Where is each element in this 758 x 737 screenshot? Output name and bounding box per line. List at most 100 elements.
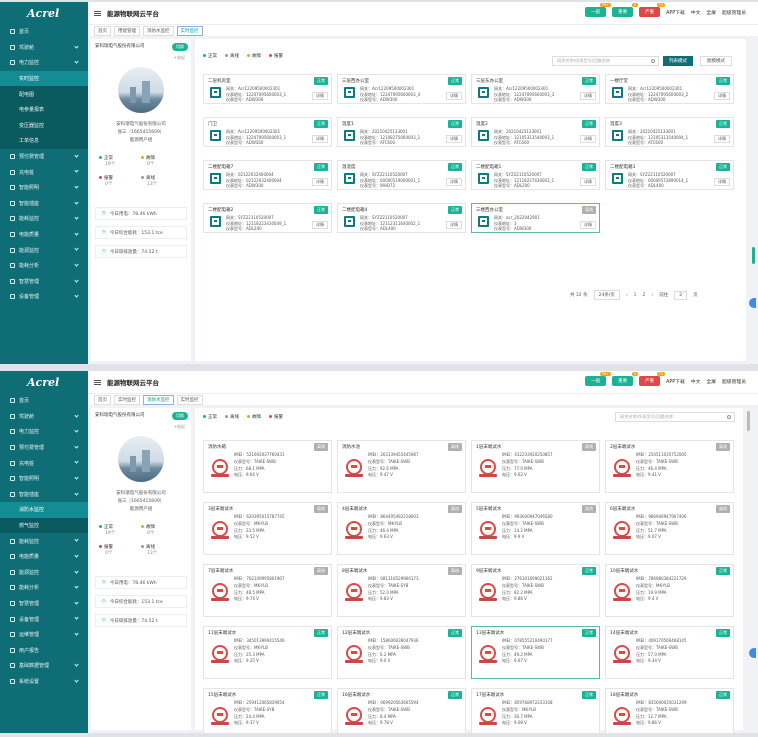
sidebar-item[interactable]: 能源监控 <box>0 565 88 581</box>
tab-tag[interactable]: 消防水监控 <box>143 394 174 405</box>
sidebar-item[interactable]: 首页 <box>0 393 88 409</box>
detail-button[interactable]: 详情 <box>312 178 328 186</box>
sidebar-subitem[interactable]: 燃气监控 <box>0 517 88 534</box>
page-size-select[interactable]: 24条/页 <box>593 290 620 300</box>
device-card[interactable]: 三楼西办公室 离线 网关：acr_2022042901 仪表地址：3 仪表型号：ADW3… <box>471 203 600 233</box>
detail-button[interactable]: 详情 <box>312 135 328 143</box>
sidebar-item[interactable]: 设备管理 <box>0 289 88 305</box>
search-input[interactable]: 网关名称/仪表型号/回路名称 <box>615 412 735 422</box>
scrollbar[interactable] <box>747 411 750 431</box>
water-sensor-card[interactable]: 14层末端试水 正常 IMEI：409170566468145 仪表型号：TAIKE-… <box>605 626 734 679</box>
sidebar-item[interactable]: 电力监控 <box>0 55 88 71</box>
sidebar-item[interactable]: 智能照明 <box>0 180 88 196</box>
menu-toggle-icon[interactable] <box>94 10 101 16</box>
sidebar-item[interactable]: 能耗分析 <box>0 580 88 596</box>
collapse-link[interactable]: +收起 <box>91 424 191 430</box>
device-card[interactable]: 三层西办公室 正常 网关：Acr12209500002301 仪表地址：1224709… <box>337 74 466 104</box>
detail-button[interactable]: 详情 <box>580 92 596 100</box>
water-sensor-card[interactable]: 13层末端试水 正常 IMEI：078555210490177 仪表型号：TAIKE-… <box>471 626 600 679</box>
next-page-button[interactable]: › <box>651 293 653 298</box>
sidebar-item[interactable]: 智慧管理 <box>0 274 88 290</box>
sidebar-item[interactable]: 能耗监控 <box>0 211 88 227</box>
detail-button[interactable]: 详情 <box>446 135 462 143</box>
list-mode-button[interactable]: 列表模式 <box>663 56 693 66</box>
tab-tag[interactable]: 用能管理 <box>114 25 140 36</box>
tab-tag[interactable]: 实时监控 <box>176 394 203 405</box>
top-link[interactable]: 中文 <box>691 9 701 16</box>
switch-button[interactable]: 切换 <box>172 412 188 420</box>
detail-button[interactable]: 详情 <box>446 178 462 186</box>
sidebar-item[interactable]: 充电桩 <box>0 455 88 471</box>
device-card[interactable]: 温度1 正常 网关：20210425133001 仪表地址：1210827506000… <box>337 117 466 147</box>
water-sensor-card[interactable]: 17层末端试水 正常 IMEI：859768972233108 仪表型号：MK-YLB… <box>471 688 600 733</box>
sidebar-item[interactable]: 电力监控 <box>0 424 88 440</box>
device-card[interactable]: 二楼配电箱7 正常 网关：02122032400004 仪表地址：0212203240… <box>203 160 332 190</box>
search-icon[interactable] <box>727 415 731 419</box>
top-link[interactable]: 中文 <box>691 378 701 385</box>
sidebar-item[interactable]: 设备管理 <box>0 611 88 627</box>
detail-button[interactable]: 详情 <box>714 178 730 186</box>
water-sensor-card[interactable]: 18层末端试水 正常 IMEI：835690035031299 仪表型号：TAIKE-… <box>605 688 734 733</box>
water-sensor-card[interactable]: 1层末端试水 离线 IMEI：412233920250857 仪表型号：TAIKE-S… <box>471 440 600 493</box>
device-card[interactable]: 温度3 正常 网关：20210425133001 仪表地址：1210531354000… <box>605 117 734 147</box>
detail-button[interactable]: 详情 <box>714 92 730 100</box>
alarm-badge[interactable]: 严重 72 <box>639 372 666 386</box>
water-sensor-card[interactable]: 9层末端试水 正常 IMEI：276301699021162 仪表型号：TAIKE-S… <box>471 564 600 617</box>
water-sensor-card[interactable]: 4层末端试水 离线 IMEI：864495492218003 仪表型号：MK-YLB 压… <box>337 502 466 555</box>
detail-button[interactable]: 详情 <box>312 221 328 229</box>
detail-button[interactable]: 详情 <box>446 92 462 100</box>
water-sensor-card[interactable]: 11层末端试水 正常 IMEI：345013990415546 仪表型号：MK-YLB… <box>203 626 332 679</box>
prev-page-button[interactable]: ‹ <box>626 293 628 298</box>
water-sensor-card[interactable]: 16层末端试水 正常 IMEI：069920563605594 仪表型号：TAIKE-… <box>337 688 466 733</box>
tab-tag[interactable]: 实时监控 <box>114 394 140 405</box>
alarm-badge[interactable]: 严重 72 <box>639 3 666 17</box>
top-link[interactable]: APP下载 <box>666 9 685 16</box>
sidebar-item[interactable]: 能耗监控 <box>0 533 88 549</box>
alarm-badge[interactable]: 一般 99+ <box>585 3 612 17</box>
sidebar-item[interactable]: 驾驶舱 <box>0 40 88 56</box>
detail-button[interactable]: 详情 <box>312 92 328 100</box>
device-card[interactable]: 二层机房室 正常 网关：Acr12209500002301 仪表地址：12247095… <box>203 74 332 104</box>
sidebar-subitem[interactable]: 变压器监控 <box>0 117 88 134</box>
water-sensor-card[interactable]: 15层末端试水 正常 IMEI：259412065839054 仪表型号：TAIKE-… <box>203 688 332 733</box>
sidebar-subitem[interactable]: 工单信息 <box>0 133 88 149</box>
sidebar-item[interactable]: 充电桩 <box>0 164 88 180</box>
sidebar-item[interactable]: 首页 <box>0 24 88 40</box>
tab-tag[interactable]: 首页 <box>94 25 111 36</box>
top-link[interactable]: 全屏 <box>706 9 716 16</box>
switch-button[interactable]: 切换 <box>172 43 188 51</box>
device-card[interactable]: 二楼配电箱4 正常 网关：SYZ22110520007 仪表地址：1211231164… <box>337 203 466 233</box>
device-card[interactable]: 二楼配电箱3 正常 网关：SYZ22110520007 仪表地址：0000957289… <box>605 160 734 190</box>
device-card[interactable]: 二楼配电箱1 正常 网关：SYZ22110520007 仪表地址：1211822743… <box>471 160 600 190</box>
sidebar-subitem[interactable]: 配电图 <box>0 86 88 102</box>
detail-button[interactable]: 详情 <box>446 221 462 229</box>
search-input[interactable]: 网关名称/仪表型号/回路名称 <box>552 56 659 66</box>
device-card[interactable]: 三层东办公室 正常 网关：Acr12209500002301 仪表地址：1224709… <box>471 74 600 104</box>
top-link[interactable]: 全屏 <box>706 378 716 385</box>
menu-toggle-icon[interactable] <box>94 379 101 385</box>
device-card[interactable]: 一楼厅堂 正常 网关：Acr12209500002301 仪表地址：122470956… <box>605 74 734 104</box>
sidebar-item[interactable]: 基础数据管理 <box>0 658 88 674</box>
alarm-badge[interactable]: 重要 5 <box>612 372 639 386</box>
goto-page-input[interactable]: 2 <box>674 290 688 300</box>
sidebar-item[interactable]: 预付费管理 <box>0 440 88 456</box>
device-card[interactable]: 温湿度 正常 网关：SYZ22110520007 仪表地址：0000051900000… <box>337 160 466 190</box>
sidebar-item[interactable]: 电能质量 <box>0 549 88 565</box>
tab-tag[interactable]: 首页 <box>94 394 111 405</box>
top-link[interactable]: 超级管理员 <box>722 9 746 16</box>
sidebar-item[interactable]: 智能插座 <box>0 196 88 212</box>
sidebar-item[interactable]: 系统设置 <box>0 674 88 690</box>
sidebar-item[interactable]: 能耗分析 <box>0 258 88 274</box>
sidebar-item[interactable]: 运维管理 <box>0 627 88 643</box>
sidebar-item[interactable]: 用户报告 <box>0 643 88 659</box>
tab-tag[interactable]: 实时监控 <box>176 25 203 36</box>
sidebar-subitem[interactable]: 消防水监控 <box>0 502 88 518</box>
side-collapse-handle[interactable] <box>749 648 756 658</box>
water-sensor-card[interactable]: 消防水池 离线 IMEI：203139455445987 仪表型号：TAIKE-SWB… <box>337 440 466 493</box>
detail-button[interactable]: 详情 <box>580 135 596 143</box>
chart-mode-button[interactable]: 图模模式 <box>700 56 732 66</box>
sidebar-item[interactable]: 智能插座 <box>0 487 88 503</box>
water-sensor-card[interactable]: 3层末端试水 离线 IMEI：620395015787745 仪表型号：MK-YLB 压… <box>203 502 332 555</box>
sidebar-item[interactable]: 预付费管理 <box>0 149 88 165</box>
page-number[interactable]: 2 <box>643 293 646 298</box>
